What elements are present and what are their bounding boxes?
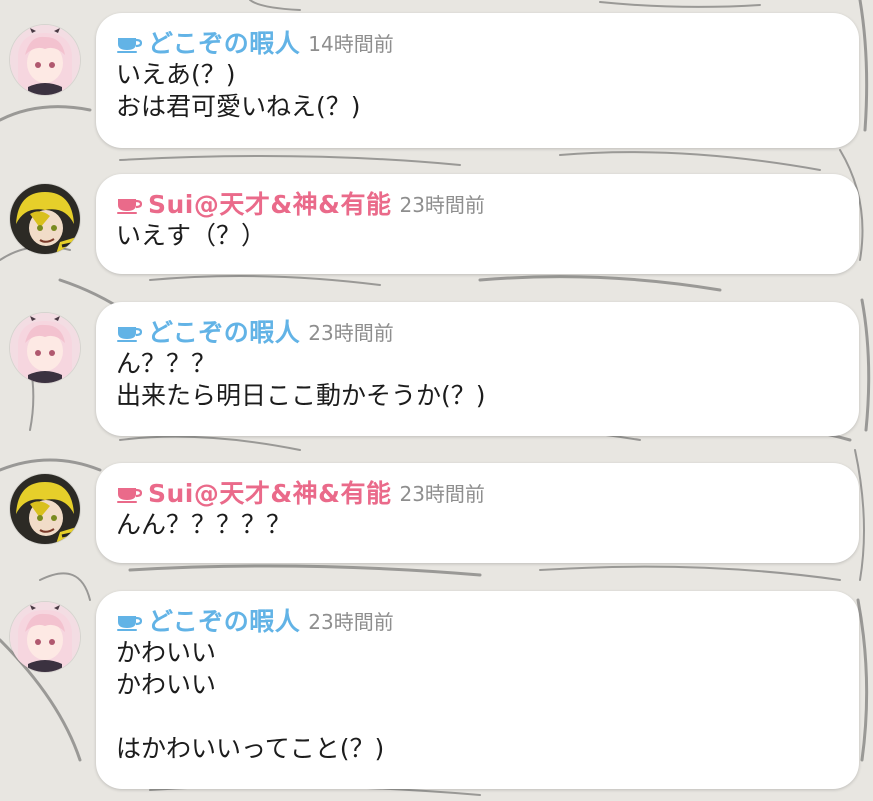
teacup-icon	[117, 199, 142, 214]
timestamp: 14時間前	[308, 31, 394, 56]
timestamp: 23時間前	[308, 320, 394, 345]
message-line: いえす（？）	[116, 221, 267, 250]
message-line: おは君可愛いねえ(？)	[116, 92, 361, 121]
message-header: どこぞの暇人 23時間前	[116, 603, 839, 637]
message-header: どこぞの暇人 14時間前	[116, 25, 839, 59]
author-name[interactable]: どこぞの暇人	[148, 602, 300, 638]
message-bubble: どこぞの暇人 14時間前 いえあ(？) おは君可愛いねえ(？)	[96, 13, 859, 148]
avatar[interactable]	[10, 474, 80, 544]
message-line: かわいい	[116, 638, 217, 667]
message-line: かわいい	[116, 670, 217, 699]
message-bubble: Sui@天才&神&有能 23時間前 んん？？？？？	[96, 463, 859, 563]
timestamp: 23時間前	[399, 481, 485, 506]
author-name[interactable]: Sui@天才&神&有能	[148, 474, 391, 510]
message-line: んん？？？？？	[116, 510, 292, 539]
author-name[interactable]: どこぞの暇人	[148, 313, 300, 349]
message-bubble: Sui@天才&神&有能 23時間前 いえす（？）	[96, 174, 859, 274]
avatar[interactable]	[10, 602, 80, 672]
message-bubble: どこぞの暇人 23時間前 ん？？？ 出来たら明日ここ動かそうか(？)	[96, 302, 859, 436]
message-header: Sui@天才&神&有能 23時間前	[116, 475, 839, 509]
message-line: 出来たら明日ここ動かそうか(？)	[116, 381, 486, 410]
teacup-icon	[117, 327, 142, 342]
message-header: どこぞの暇人 23時間前	[116, 314, 839, 348]
teacup-icon	[117, 488, 142, 503]
message-header: Sui@天才&神&有能 23時間前	[116, 186, 839, 220]
author-name[interactable]: Sui@天才&神&有能	[148, 185, 391, 221]
timestamp: 23時間前	[399, 192, 485, 217]
message-line: いえあ(？)	[116, 60, 236, 89]
avatar[interactable]	[10, 184, 80, 254]
author-name[interactable]: どこぞの暇人	[148, 24, 300, 60]
avatar[interactable]	[10, 313, 80, 383]
message-line	[116, 701, 839, 733]
teacup-icon	[117, 38, 142, 53]
timestamp: 23時間前	[308, 609, 394, 634]
message-bubble: どこぞの暇人 23時間前 かわいい かわいい はかわいいってこと(？)	[96, 591, 859, 789]
avatar[interactable]	[10, 25, 80, 95]
message-line: ん？？？	[116, 349, 217, 378]
message-line: はかわいいってこと(？)	[116, 734, 385, 763]
teacup-icon	[117, 616, 142, 631]
